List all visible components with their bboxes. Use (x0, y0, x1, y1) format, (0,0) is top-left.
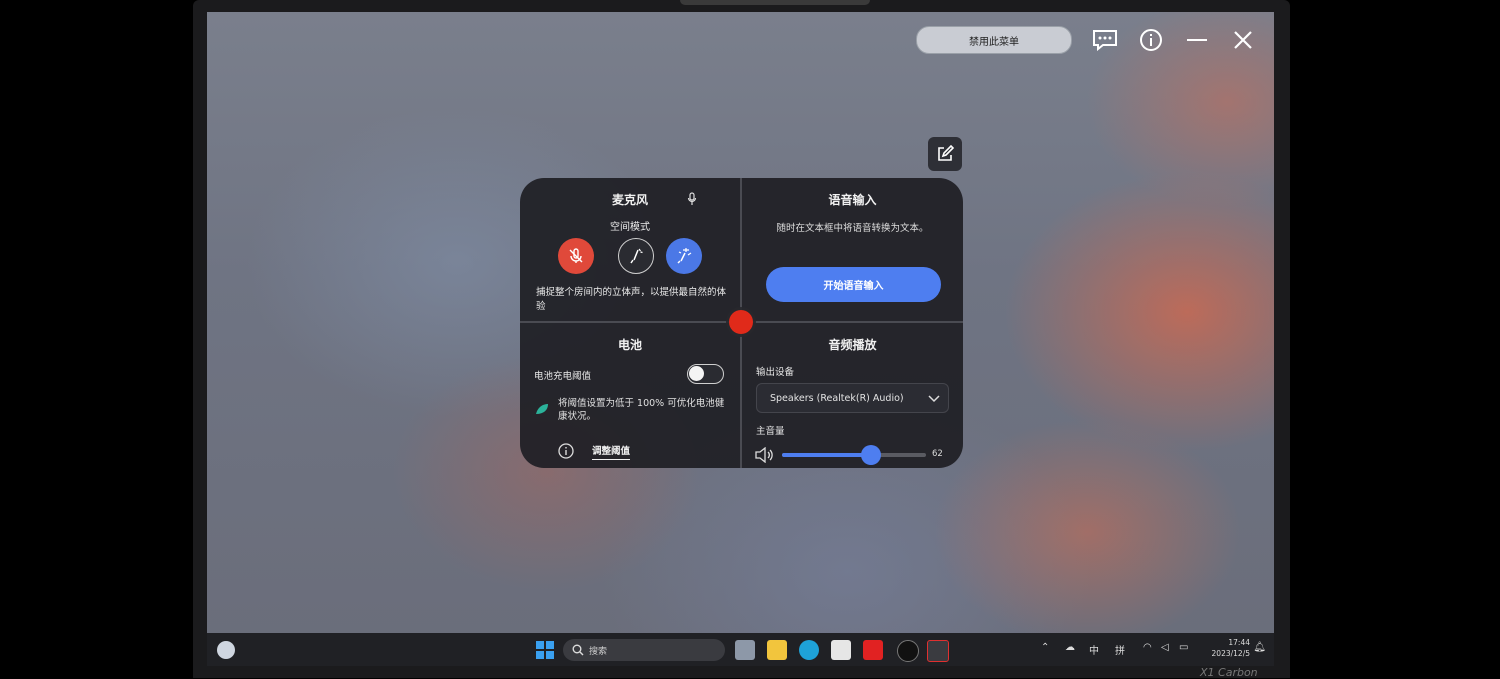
toggle-knob (689, 366, 704, 381)
audio-title: 音频播放 (828, 338, 877, 352)
volume-slider[interactable] (782, 445, 926, 465)
voice-input-description: 随时在文本框中将语音转换为文本。 (776, 223, 929, 234)
battery-section: 电池 电池充电阈值 将阈值设置为低于 100% 可优化电池健康状况。 调整阈值 (520, 323, 740, 468)
app-icon[interactable] (897, 640, 919, 662)
voice-input-title: 语音输入 (828, 193, 877, 207)
mic-focus-button[interactable] (618, 238, 654, 274)
volume-label: 主音量 (756, 426, 785, 437)
info-icon[interactable] (1138, 27, 1164, 53)
disable-menu-button[interactable]: 禁用此菜单 (916, 26, 1072, 54)
volume-slider-thumb[interactable] (861, 445, 882, 465)
wifi-icon[interactable]: ◠ (1143, 642, 1152, 653)
volume-tray-icon[interactable]: ◁ (1161, 642, 1169, 653)
tray-chevron-icon[interactable]: ⌃ (1041, 642, 1049, 653)
notification-icon[interactable]: 🔔︎ (1253, 642, 1266, 653)
screen: 禁用此菜单 麦克风 空间模式 捕捉整个房间内的立体声，以提供最自然的体验 语音输… (207, 12, 1274, 666)
edge-icon[interactable] (799, 640, 819, 660)
start-icon[interactable] (535, 640, 555, 660)
chevron-down-icon (928, 395, 940, 403)
weather-icon[interactable] (217, 641, 235, 659)
info-icon[interactable] (558, 443, 574, 459)
microphone-title: 麦克风 (611, 193, 648, 207)
battery-note: 将阈值设置为低于 100% 可优化电池健康状况。 (558, 398, 725, 422)
focus-voice-icon (630, 248, 643, 264)
taskbar: 搜索 ⌃ ☁ 中 拼 ◠ ◁ ▭ 17:44 2023/12/5 🔔︎ (207, 633, 1274, 666)
output-device-label: 输出设备 (756, 367, 795, 378)
space-mode-icon (677, 248, 692, 264)
mic-mute-icon (569, 248, 583, 263)
lenovo-app-icon[interactable] (863, 640, 883, 660)
volume-value: 62 (932, 449, 943, 459)
output-device-value: Speakers (Realtek(R) Audio) (770, 393, 904, 404)
task-view-icon[interactable] (735, 640, 755, 660)
clock-time: 17:44 (1228, 638, 1250, 647)
clock-date: 2023/12/5 (1211, 649, 1250, 658)
speaker-icon[interactable] (754, 447, 774, 463)
close-icon[interactable] (1230, 27, 1256, 53)
top-bar: 禁用此菜单 (916, 26, 1256, 54)
mic-mode-selector (556, 238, 704, 276)
center-handle[interactable] (729, 310, 753, 334)
search-icon (572, 644, 584, 656)
minimize-icon[interactable] (1184, 27, 1210, 53)
audio-section: 音频播放 输出设备 Speakers (Realtek(R) Audio) 主音… (742, 323, 963, 468)
threshold-label: 电池充电阈值 (534, 371, 592, 382)
voice-input-section: 语音输入 随时在文本框中将语音转换为文本。 开始语音输入 (742, 178, 963, 321)
store-icon[interactable] (831, 640, 851, 660)
mode-label: 空间模式 (610, 222, 650, 233)
active-app-icon[interactable] (927, 640, 949, 662)
microphone-section: 麦克风 空间模式 捕捉整个房间内的立体声，以提供最自然的体验 (520, 178, 740, 321)
tray-ime[interactable]: 拼 (1115, 642, 1125, 657)
camera-notch (680, 0, 870, 5)
edit-layout-button[interactable] (928, 137, 962, 171)
file-explorer-icon[interactable] (767, 640, 787, 660)
edit-icon (938, 145, 954, 161)
output-device-dropdown[interactable]: Speakers (Realtek(R) Audio) (756, 383, 949, 413)
taskbar-search[interactable]: 搜索 (563, 639, 725, 661)
battery-icon[interactable]: ▭ (1179, 642, 1188, 653)
mic-mute-button[interactable] (558, 238, 594, 274)
tray-app-icon[interactable]: ☁ (1065, 642, 1075, 653)
microphone-icon (687, 192, 697, 205)
mode-description: 捕捉整个房间内的立体声，以提供最自然的体验 (536, 287, 727, 312)
start-voice-input-button[interactable]: 开始语音输入 (766, 267, 941, 302)
clock[interactable]: 17:44 2023/12/5 (1212, 637, 1250, 659)
feedback-icon[interactable] (1092, 27, 1118, 53)
mic-space-button[interactable] (666, 238, 702, 274)
search-placeholder: 搜索 (589, 647, 608, 657)
brand-label: X1 Carbon (1200, 666, 1258, 679)
battery-title: 电池 (617, 338, 642, 352)
adjust-threshold-link[interactable]: 调整阈值 (592, 443, 631, 460)
tray-lang[interactable]: 中 (1089, 642, 1099, 657)
volume-slider-fill (782, 453, 872, 457)
threshold-toggle[interactable] (687, 364, 724, 384)
leaf-icon (536, 404, 548, 414)
